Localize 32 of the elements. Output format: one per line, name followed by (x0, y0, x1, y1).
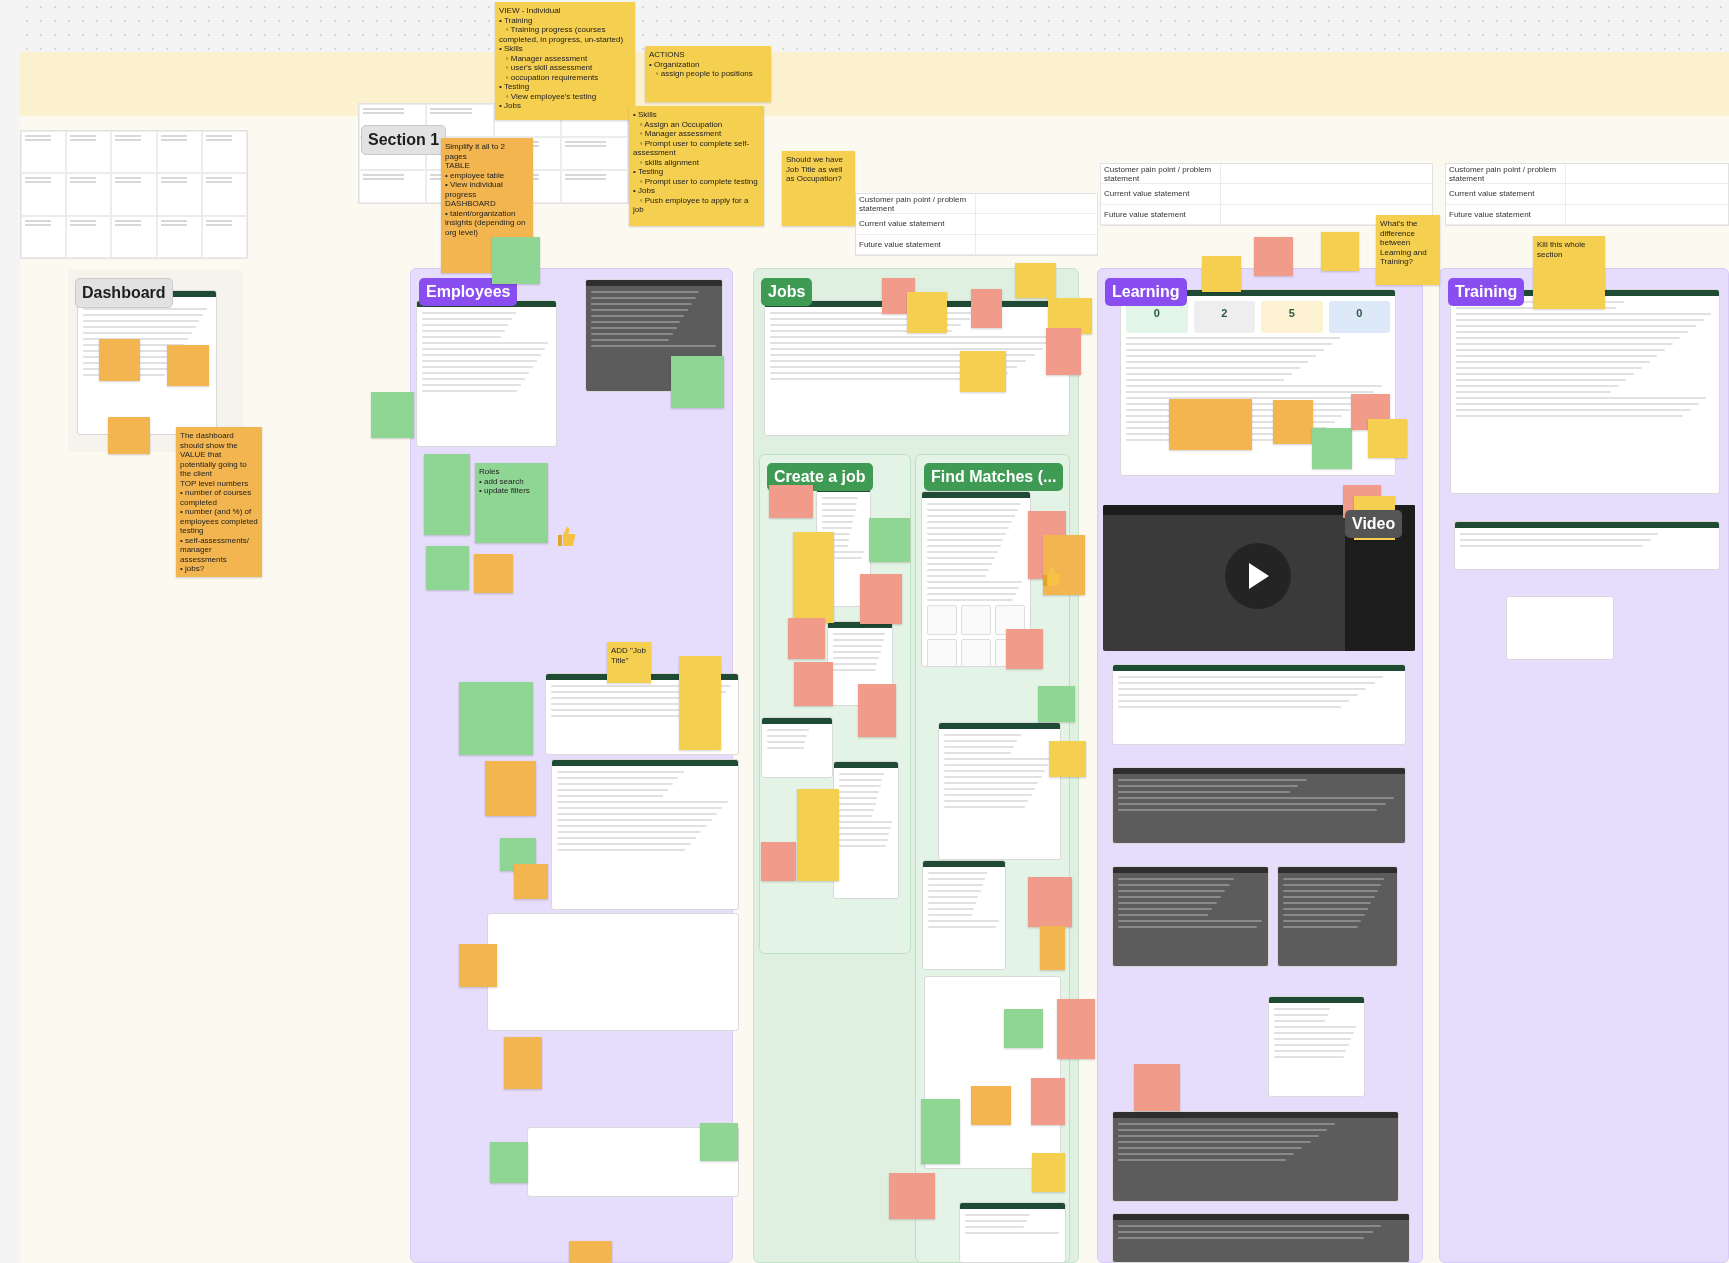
thumbs-up-icon (1041, 565, 1061, 587)
note-text: • Skills ◦ Assign an Occupation ◦ Manager assessment ◦ Prompt user to complete self-assessment ◦ skills alignment • Testing ◦ Prompt user to complete testing • Jobs ◦ Push employee to apply for a job (633, 110, 759, 215)
section-label: Video (1345, 510, 1403, 538)
section-label: Create a job (767, 463, 873, 491)
table-cell: Customer pain point / problem statement (856, 194, 976, 214)
note-text: What's the difference between Learning and Training? (1380, 219, 1428, 267)
note-text: Should we have Job Title as well as Occupation? (786, 155, 844, 184)
section-label: Find Matches (... (924, 463, 1064, 491)
table-cell: Future value statement (856, 234, 976, 254)
thumbs-up-icon (556, 525, 576, 547)
section-label: Jobs (761, 278, 813, 306)
table-cell: Customer pain point / problem statement (1101, 164, 1221, 184)
note-text: Kill this whole section (1537, 240, 1587, 259)
note-text: Roles • add search • update filters (479, 467, 531, 496)
section-label: Training (1448, 278, 1525, 306)
section-label: Dashboard (75, 278, 173, 308)
note-text: ADD "Job Title" (611, 646, 647, 665)
table-cell: Current value statement (1446, 184, 1566, 204)
note-text: Simplify it all to 2 pages TABLE • employee table • View individual progress DASHBOARD • talent/organization insights (depending on org level) (445, 142, 527, 237)
stat-tile: 5 (1261, 301, 1323, 333)
section-label: Learning (1105, 278, 1187, 306)
table-cell: Current value statement (856, 214, 976, 234)
stat-tile: 0 (1328, 301, 1390, 333)
section-label: Employees (419, 278, 518, 306)
note-text: ACTIONS • Organization ◦ assign people to positions (649, 50, 754, 79)
table-cell: Customer pain point / problem statement (1446, 164, 1566, 184)
table-cell: Future value statement (1446, 204, 1566, 224)
table-cell: Future value statement (1101, 204, 1221, 224)
note-text: The dashboard should show the VALUE that potentially going to the client TOP level numbers • number of courses completed • number (and %) of employees completed testing • self-assessments/ manager assessments • jobs? (180, 431, 258, 574)
table-cell: Current value statement (1101, 184, 1221, 204)
stat-tile: 2 (1193, 301, 1255, 333)
note-text: VIEW - Individual • Training ◦ Training progress (courses completed, in progress, un-started) • Skills ◦ Manager assessment ◦ user's skill assessment ◦ occupation requirements • Testing ◦ View employee's testing • Jobs (499, 6, 625, 111)
